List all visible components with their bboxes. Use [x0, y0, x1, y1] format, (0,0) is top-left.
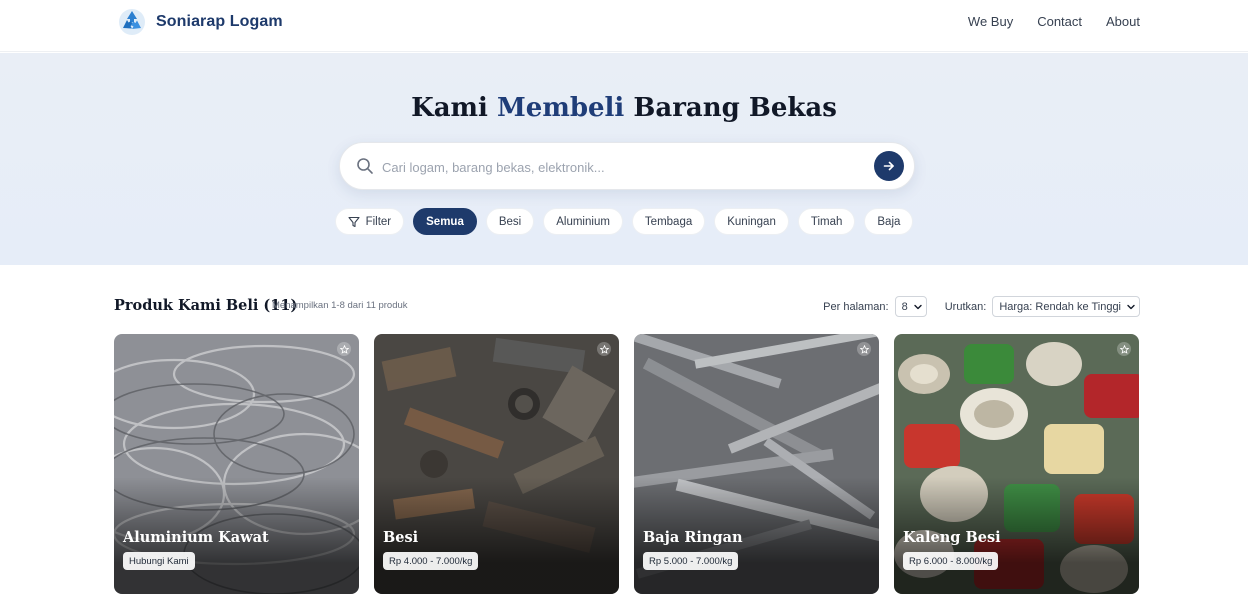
hero-title-pre: Kami	[411, 93, 488, 123]
filter-button-label: Filter	[365, 215, 392, 228]
chip-kuningan[interactable]: Kuningan	[714, 208, 789, 235]
product-card[interactable]: Besi Rp 4.000 - 7.000/kg	[374, 334, 619, 594]
search-bar	[339, 142, 915, 190]
search-icon	[357, 158, 373, 174]
chip-aluminium[interactable]: Aluminium	[543, 208, 623, 235]
product-card[interactable]: Aluminium Kawat Hubungi Kami	[114, 334, 359, 594]
chevron-down-icon	[914, 304, 922, 309]
search-input[interactable]	[382, 155, 852, 179]
chip-baja[interactable]: Baja	[864, 208, 914, 235]
product-price-badge: Rp 6.000 - 8.000/kg	[903, 552, 999, 570]
star-icon[interactable]	[597, 342, 611, 356]
product-name: Kaleng Besi	[903, 529, 1001, 546]
chip-tembaga[interactable]: Tembaga	[631, 208, 706, 235]
product-price-badge: Hubungi Kami	[123, 552, 195, 570]
brand-logo-link[interactable]: Soniarap Logam	[118, 8, 283, 36]
product-price-badge: Rp 5.000 - 7.000/kg	[643, 552, 739, 570]
hero-title-accent: Membeli	[497, 93, 625, 123]
product-name: Besi	[383, 529, 419, 546]
brand-name: Soniarap Logam	[156, 13, 283, 30]
product-card[interactable]: Kaleng Besi Rp 6.000 - 8.000/kg	[894, 334, 1139, 594]
funnel-icon	[348, 216, 360, 227]
per-page-value: 8	[901, 300, 908, 313]
recycle-icon	[119, 9, 145, 35]
chip-timah[interactable]: Timah	[797, 208, 856, 235]
product-card[interactable]: Baja Ringan Rp 5.000 - 7.000/kg	[634, 334, 879, 594]
nav-contact[interactable]: Contact	[1037, 14, 1082, 29]
sort-select[interactable]: Harga: Rendah ke Tinggi	[992, 296, 1140, 317]
chip-besi[interactable]: Besi	[485, 208, 535, 235]
hero-title: Kami Membeli Barang Bekas	[0, 93, 1248, 123]
products-header: Produk Kami Beli (11) Menampilkan 1-8 da…	[114, 296, 1140, 318]
list-controls: Per halaman: 8 Urutkan: Harga: Rendah ke…	[823, 296, 1140, 317]
nav-we-buy[interactable]: We Buy	[968, 14, 1013, 29]
product-grid: Aluminium Kawat Hubungi Kami Besi Rp 4.0…	[114, 334, 1139, 594]
sort-value: Harga: Rendah ke Tinggi	[999, 300, 1121, 313]
hero-section: Kami Membeli Barang Bekas Filter Semua B…	[0, 53, 1248, 265]
star-icon[interactable]	[1117, 342, 1131, 356]
search-submit-button[interactable]	[874, 151, 904, 181]
product-name: Baja Ringan	[643, 529, 743, 546]
category-filter-bar: Filter Semua Besi Aluminium Tembaga Kuni…	[0, 208, 1248, 235]
chip-semua[interactable]: Semua	[413, 208, 477, 235]
chevron-down-icon	[1127, 304, 1135, 309]
per-page-label: Per halaman:	[823, 300, 889, 313]
per-page-select[interactable]: 8	[894, 296, 927, 317]
top-navbar: Soniarap Logam We Buy Contact About	[0, 0, 1248, 52]
main-nav: We Buy Contact About	[968, 14, 1140, 29]
products-count-text: Menampilkan 1-8 dari 11 produk	[272, 300, 408, 311]
product-price-badge: Rp 4.000 - 7.000/kg	[383, 552, 479, 570]
products-title: Produk Kami Beli (11)	[114, 297, 298, 314]
star-icon[interactable]	[857, 342, 871, 356]
arrow-right-icon	[883, 161, 894, 171]
nav-about[interactable]: About	[1106, 14, 1140, 29]
star-icon[interactable]	[337, 342, 351, 356]
product-name: Aluminium Kawat	[123, 529, 269, 546]
filter-button[interactable]: Filter	[334, 208, 405, 235]
hero-title-post: Barang Bekas	[633, 93, 837, 123]
sort-label: Urutkan:	[944, 300, 987, 313]
